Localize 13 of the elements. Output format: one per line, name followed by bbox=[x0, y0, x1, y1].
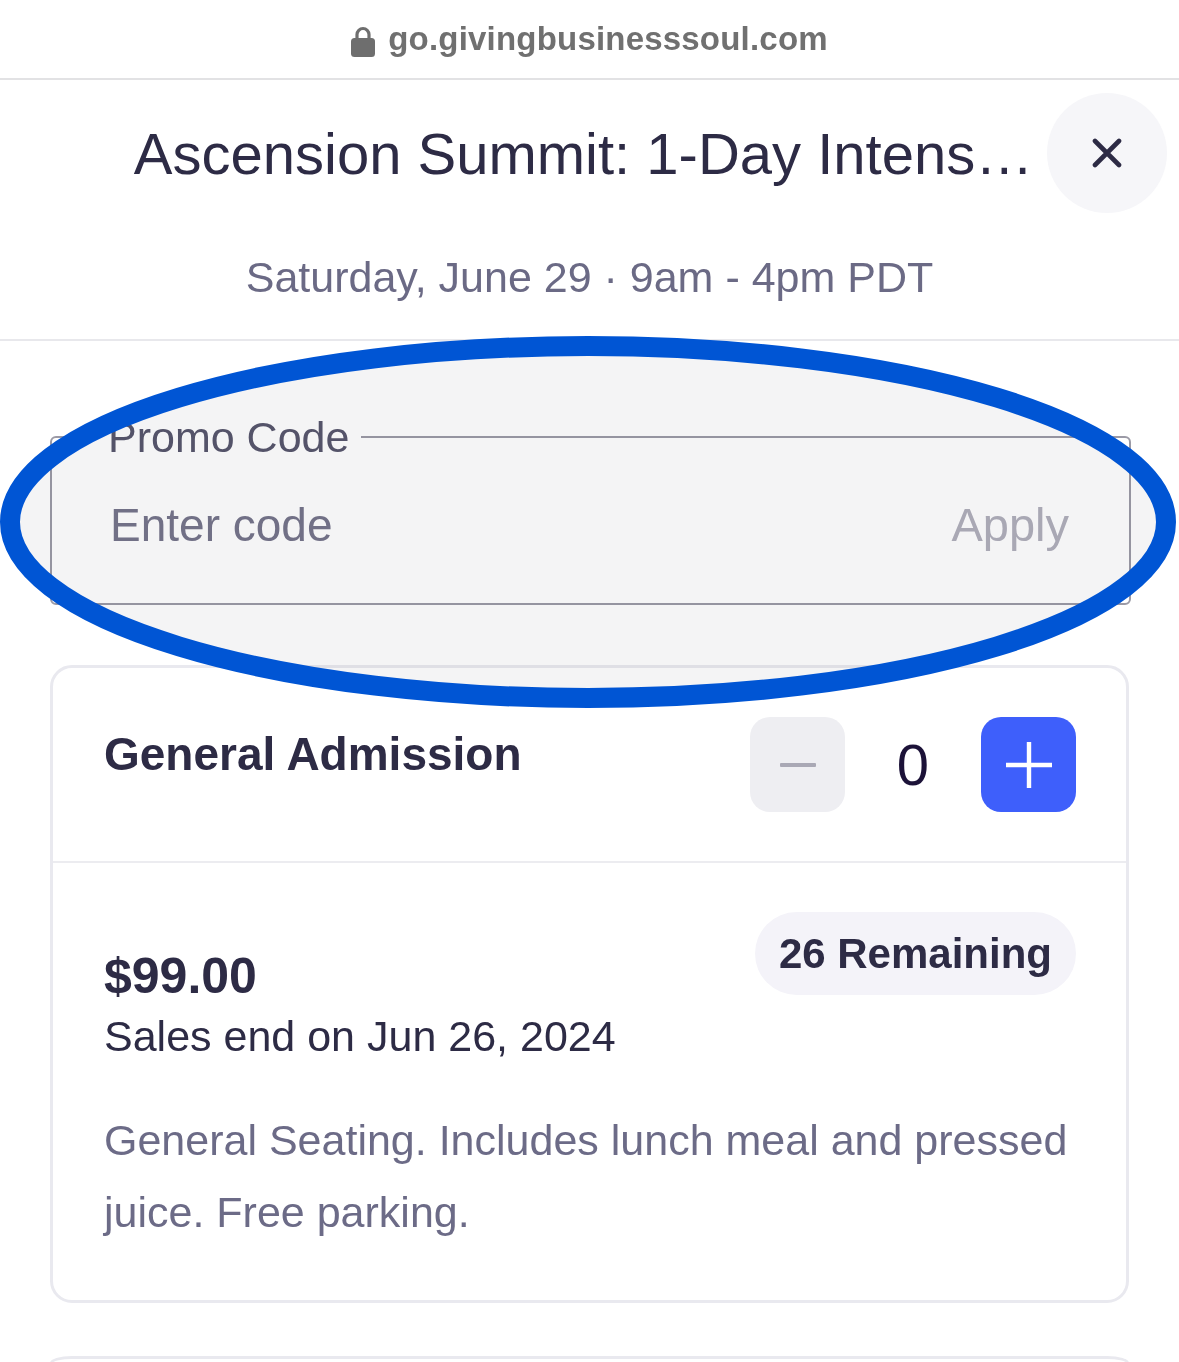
minus-icon bbox=[779, 762, 816, 767]
event-title: Ascension Summit: 1-Day Intens… bbox=[132, 119, 1035, 187]
ticket-description: General Seating. Includes lunch meal and pressed juice. Free parking. bbox=[104, 1115, 1069, 1238]
url-text[interactable]: go.givingbusinesssoul.com bbox=[388, 20, 828, 58]
quantity-value: 0 bbox=[895, 731, 931, 798]
sales-end-text: Sales end on Jun 26, 2024 bbox=[104, 1011, 616, 1062]
remaining-badge: 26 Remaining bbox=[754, 912, 1076, 995]
increase-button[interactable] bbox=[981, 717, 1076, 812]
ticket-name: General Admission bbox=[104, 727, 522, 782]
close-icon bbox=[1092, 138, 1122, 168]
ticket-price: $99.00 bbox=[104, 948, 258, 1004]
event-schedule: Saturday, June 29 · 9am - 4pm PDT bbox=[244, 253, 935, 301]
plus-icon bbox=[1005, 741, 1052, 788]
